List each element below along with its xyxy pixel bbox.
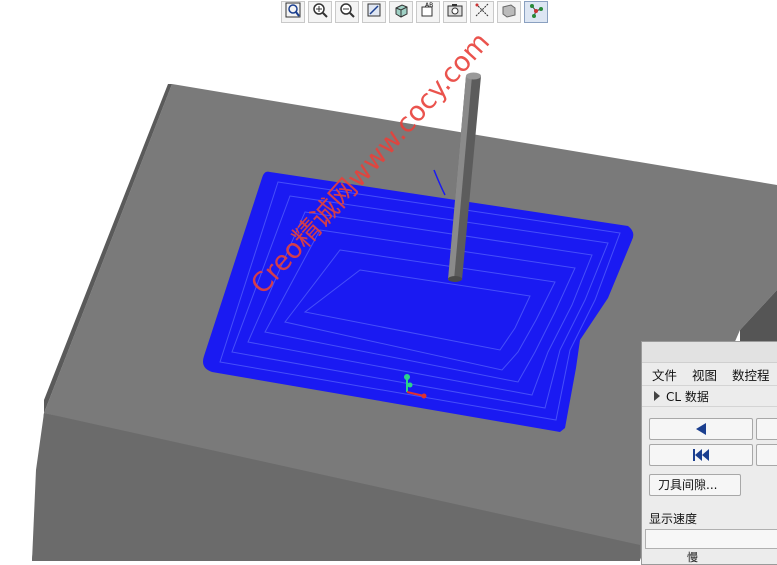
orient-button[interactable]	[389, 1, 413, 23]
camera-icon	[447, 2, 463, 22]
display-speed-label: 显示速度	[649, 512, 698, 526]
step-back-button[interactable]	[649, 418, 753, 440]
datum-display-icon	[474, 2, 490, 22]
display-speed-slider[interactable]	[645, 529, 777, 549]
repaint-icon	[366, 2, 382, 22]
repaint-button[interactable]	[362, 1, 386, 23]
shading-icon	[501, 2, 517, 22]
panel-menubar: 文件 视图 数控程	[642, 363, 777, 385]
camera-button[interactable]	[443, 1, 467, 23]
speed-slow-label: 慢	[687, 551, 698, 564]
zoom-in-icon	[312, 2, 328, 22]
menu-file[interactable]: 文件	[652, 365, 677, 384]
cl-data-label: CL 数据	[666, 389, 709, 404]
menu-nc-program[interactable]: 数控程	[732, 365, 770, 384]
toolpath-nodes-icon	[528, 2, 544, 22]
play-reverse-icon	[696, 423, 706, 435]
shading-button[interactable]	[497, 1, 521, 23]
tool-clearance-button[interactable]: 刀具间隙...	[649, 474, 741, 496]
view-toolbar: AB	[281, 0, 551, 24]
rewind-button[interactable]	[649, 444, 753, 466]
zoom-out-icon	[339, 2, 355, 22]
toolpath-nodes-button[interactable]	[524, 1, 548, 23]
cl-data-expander[interactable]: CL 数据	[642, 385, 777, 407]
menu-view[interactable]: 视图	[692, 365, 717, 384]
svg-text:AB: AB	[425, 2, 433, 9]
panel-titlebar[interactable]	[642, 342, 777, 363]
rewind-to-start-icon	[693, 449, 709, 461]
play-forward-button[interactable]	[756, 418, 777, 440]
orient-icon	[393, 2, 409, 22]
zoom-fit-button[interactable]	[281, 1, 305, 23]
forward-to-end-button[interactable]	[756, 444, 777, 466]
saved-views-button[interactable]: AB	[416, 1, 440, 23]
datum-display-button[interactable]	[470, 1, 494, 23]
zoom-in-button[interactable]	[308, 1, 332, 23]
zoom-out-button[interactable]	[335, 1, 359, 23]
expand-triangle-icon	[654, 391, 660, 401]
nc-player-panel: 文件 视图 数控程 CL 数据 刀具间隙... 显示速度 慢	[641, 341, 777, 565]
zoom-fit-icon	[285, 2, 301, 22]
saved-views-icon: AB	[420, 2, 436, 22]
